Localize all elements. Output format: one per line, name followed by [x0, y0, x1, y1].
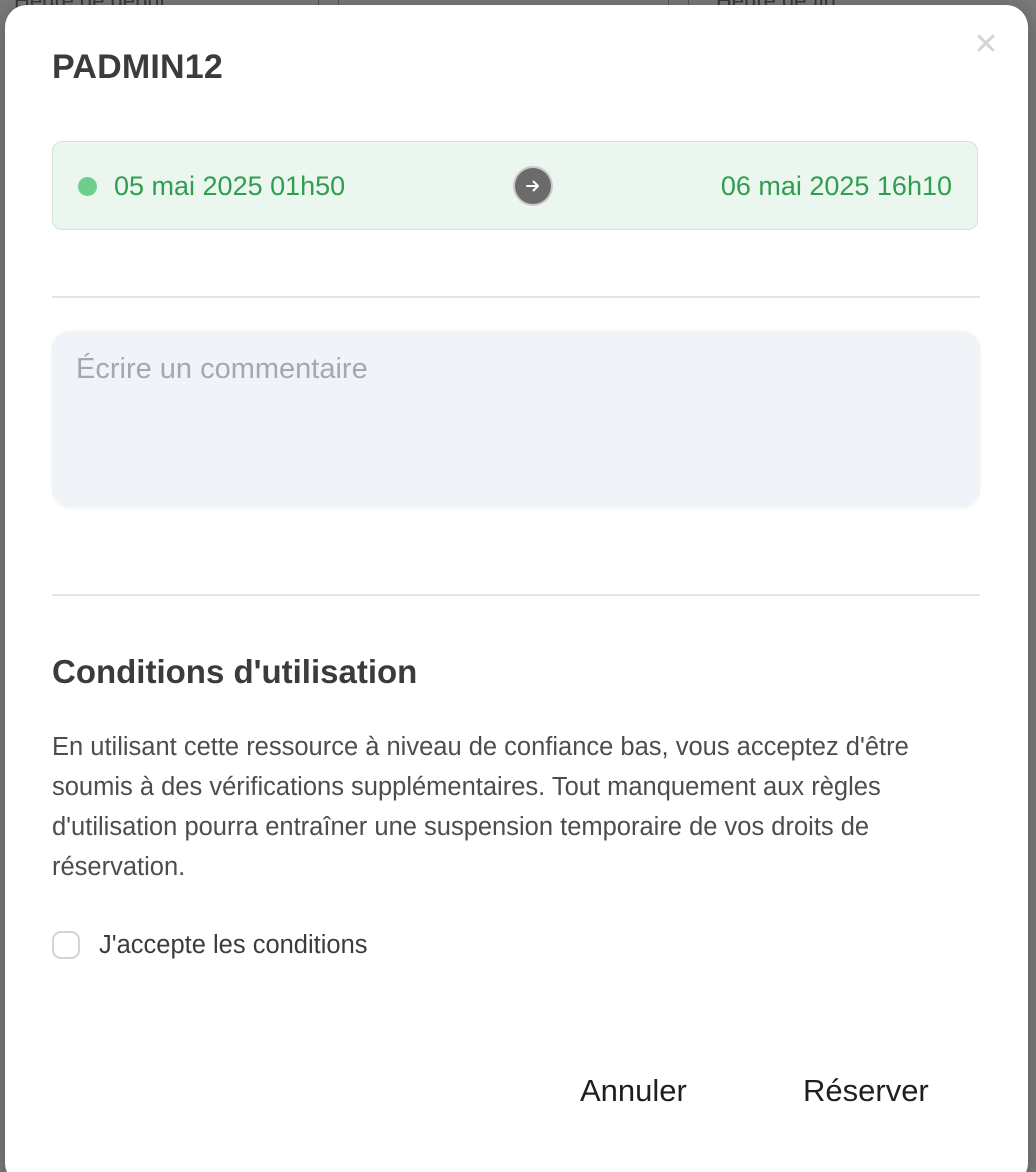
status-dot-icon: [78, 177, 97, 196]
cancel-button[interactable]: Annuler: [580, 1073, 687, 1109]
reservation-modal: ✕ PADMIN12 05 mai 2025 01h50 06 mai 2025…: [5, 5, 1028, 1172]
accept-conditions-checkbox[interactable]: [52, 931, 80, 959]
conditions-text: En utilisant cette ressource à niveau de…: [52, 733, 909, 881]
arrow-right-icon: [515, 168, 551, 204]
accept-conditions-label[interactable]: J'accepte les conditions: [99, 931, 368, 960]
divider: [52, 594, 980, 596]
end-date: 06 mai 2025 16h10: [720, 171, 952, 201]
accept-conditions-row[interactable]: J'accepte les conditions: [52, 929, 368, 961]
close-icon[interactable]: ✕: [972, 30, 1000, 60]
comment-field[interactable]: [52, 331, 980, 507]
reserve-button[interactable]: Réserver: [803, 1073, 929, 1109]
start-date: 05 mai 2025 01h50: [114, 171, 346, 201]
conditions-title: Conditions d'utilisation: [52, 653, 418, 690]
divider: [52, 296, 980, 298]
date-range-banner: 05 mai 2025 01h50 06 mai 2025 16h10: [52, 141, 978, 230]
modal-title: PADMIN12: [52, 48, 224, 86]
comment-input[interactable]: [76, 353, 956, 485]
